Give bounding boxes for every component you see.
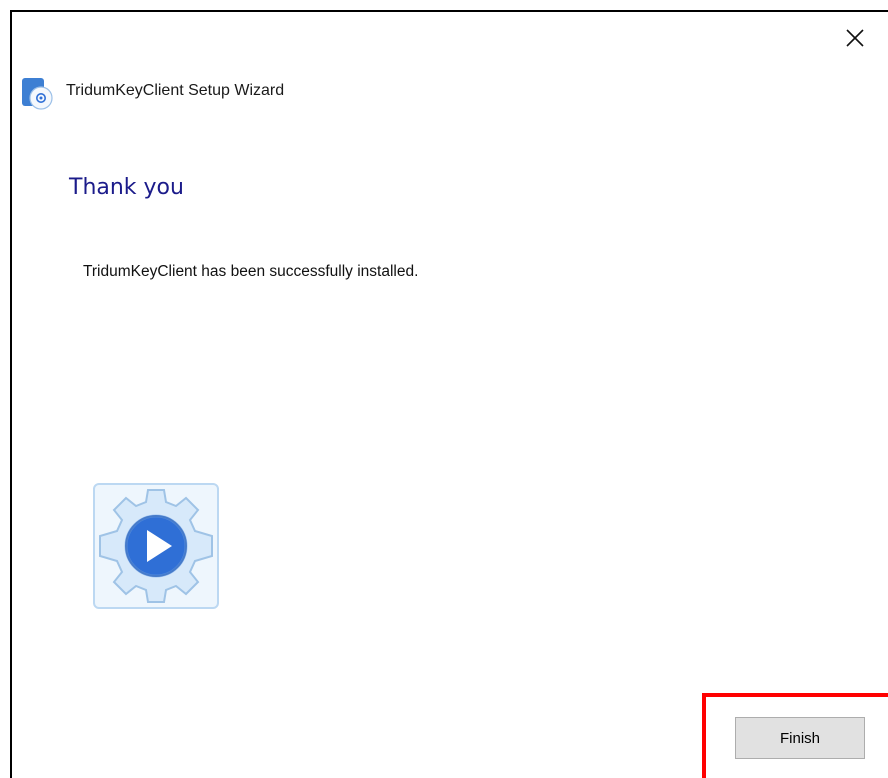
close-button[interactable] — [842, 25, 868, 51]
window-title: TridumKeyClient Setup Wizard — [66, 82, 285, 99]
setup-disc-icon — [21, 76, 53, 110]
page-heading: Thank you — [69, 175, 184, 200]
close-icon — [846, 29, 864, 47]
setup-wizard-window: TridumKeyClient Setup Wizard Thank you T… — [10, 10, 888, 778]
gear-play-icon — [93, 483, 219, 609]
install-status-message: TridumKeyClient has been successfully in… — [83, 263, 419, 280]
finish-button-highlight — [702, 693, 888, 778]
